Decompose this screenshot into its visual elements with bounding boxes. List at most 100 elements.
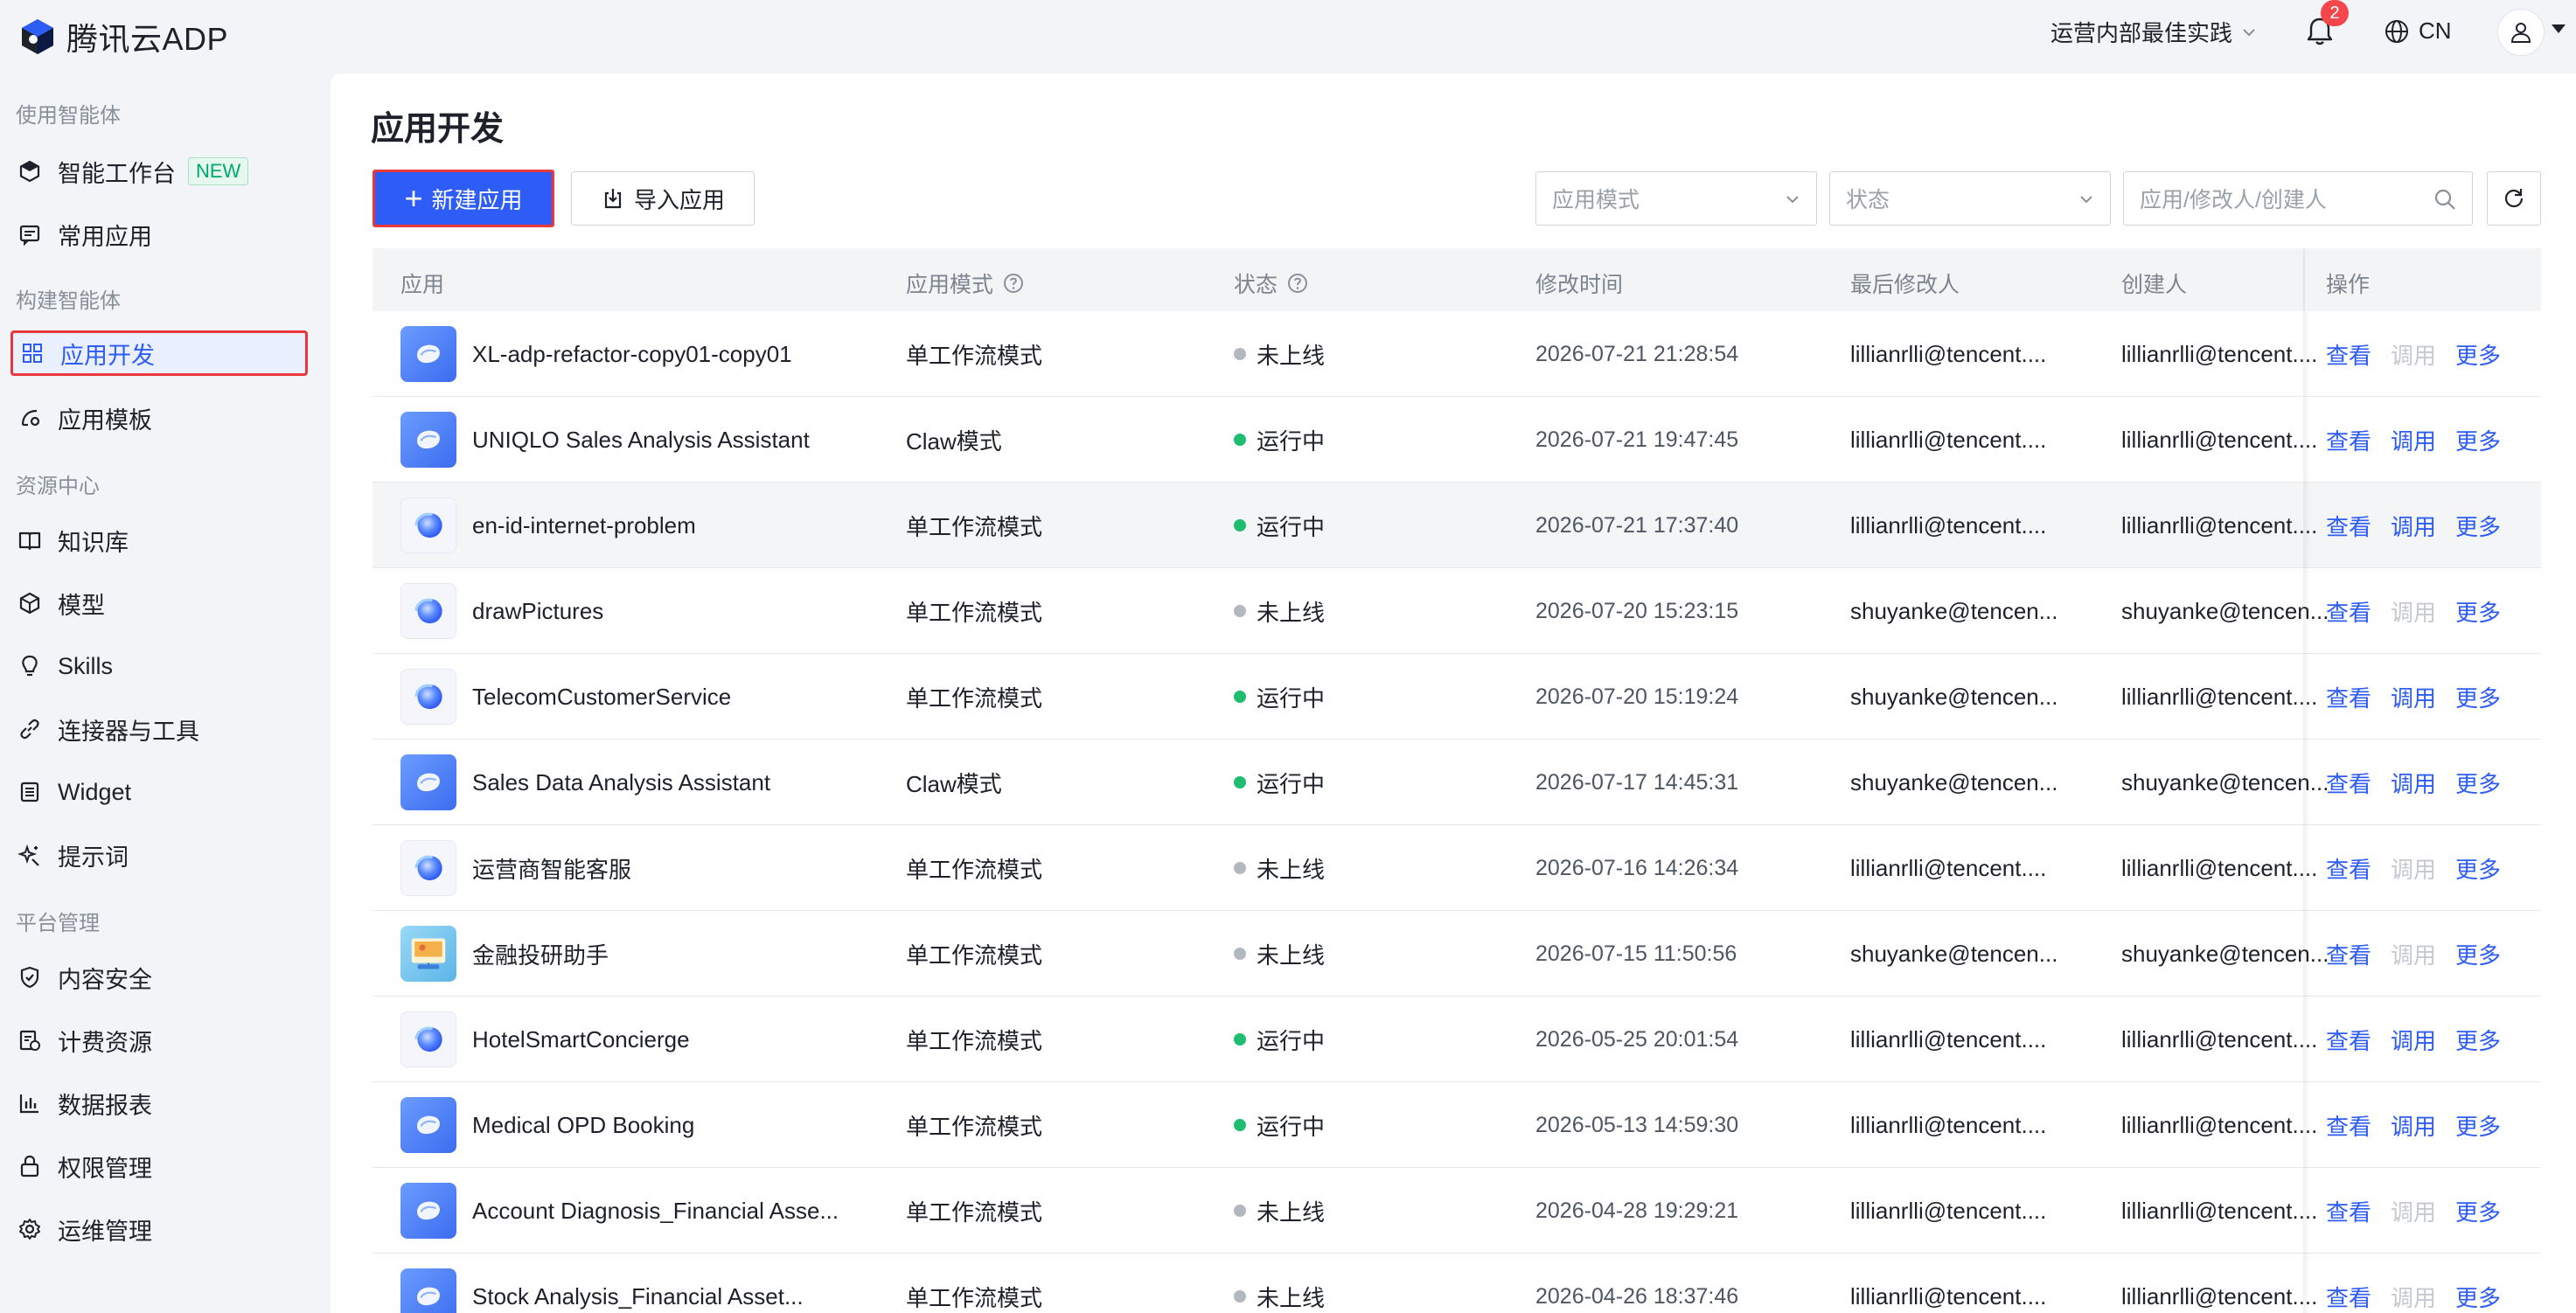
app-cell[interactable]: TelecomCustomerService xyxy=(400,654,731,740)
app-name[interactable]: 金融投研助手 xyxy=(472,938,609,970)
debug-link[interactable]: 调用 xyxy=(2391,1024,2436,1056)
debug-link[interactable]: 调用 xyxy=(2391,1109,2436,1142)
view-link[interactable]: 查看 xyxy=(2326,338,2371,371)
more-link[interactable]: 更多 xyxy=(2455,338,2501,371)
app-name[interactable]: 运营商智能客服 xyxy=(472,852,631,885)
sidebar-item-app-dev[interactable]: 应用开发 xyxy=(10,330,308,376)
app-cell[interactable]: Stock Analysis_Financial Asset... xyxy=(400,1254,804,1313)
logo[interactable]: 腾讯云ADP xyxy=(17,14,228,59)
sidebar-item-workbench[interactable]: 智能工作台 NEW xyxy=(10,149,308,194)
app-cell[interactable]: Account Diagnosis_Financial Asse... xyxy=(400,1168,839,1254)
refresh-button[interactable] xyxy=(2487,171,2541,226)
more-link[interactable]: 更多 xyxy=(2455,938,2501,970)
sidebar-item-knowledge-base[interactable]: 知识库 xyxy=(10,518,308,563)
header-ops-label: 操作 xyxy=(2326,273,2371,297)
user-avatar[interactable] xyxy=(2497,9,2545,56)
more-link[interactable]: 更多 xyxy=(2455,681,2501,713)
sidebar-item-permissions[interactable]: 权限管理 xyxy=(10,1143,308,1189)
more-link[interactable]: 更多 xyxy=(2455,1109,2501,1142)
search-input[interactable]: 应用/修改人/创建人 xyxy=(2123,171,2473,226)
more-link[interactable]: 更多 xyxy=(2455,767,2501,799)
app-cell[interactable]: Medical OPD Booking xyxy=(400,1082,694,1168)
app-cell[interactable]: XL-adp-refactor-copy01-copy01 xyxy=(400,311,792,397)
table-row[interactable]: Sales Data Analysis Assistant Claw模式 运行中… xyxy=(372,740,2541,825)
app-name[interactable]: XL-adp-refactor-copy01-copy01 xyxy=(472,341,792,368)
view-link[interactable]: 查看 xyxy=(2326,510,2371,542)
table-row[interactable]: 运营商智能客服 单工作流模式 未上线 2026-07-16 14:26:34 l… xyxy=(372,825,2541,911)
sidebar-item-common-apps[interactable]: 常用应用 xyxy=(10,212,308,257)
view-link[interactable]: 查看 xyxy=(2326,424,2371,456)
app-name[interactable]: Sales Data Analysis Assistant xyxy=(472,769,770,796)
debug-link[interactable]: 调用 xyxy=(2391,767,2436,799)
help-icon[interactable] xyxy=(1002,272,1025,295)
app-name[interactable]: en-id-internet-problem xyxy=(472,512,696,539)
sidebar-item-data-report[interactable]: 数据报表 xyxy=(10,1080,308,1126)
sidebar-item-billing[interactable]: 计费资源 xyxy=(10,1018,308,1063)
app-name[interactable]: Stock Analysis_Financial Asset... xyxy=(472,1283,804,1310)
app-cell[interactable]: 运营商智能客服 xyxy=(400,825,631,911)
table-row[interactable]: XL-adp-refactor-copy01-copy01 单工作流模式 未上线… xyxy=(372,311,2541,397)
app-name[interactable]: TelecomCustomerService xyxy=(472,684,731,711)
debug-link[interactable]: 调用 xyxy=(2391,681,2436,713)
table-row[interactable]: UNIQLO Sales Analysis Assistant Claw模式 运… xyxy=(372,397,2541,483)
status-dot-icon xyxy=(1234,434,1246,446)
debug-link[interactable]: 调用 xyxy=(2391,510,2436,542)
app-cell[interactable]: HotelSmartConcierge xyxy=(400,997,690,1082)
table-row[interactable]: HotelSmartConcierge 单工作流模式 运行中 2026-05-2… xyxy=(372,997,2541,1082)
sidebar-item-ops[interactable]: 运维管理 xyxy=(10,1206,308,1252)
more-link[interactable]: 更多 xyxy=(2455,852,2501,885)
sidebar-item-widget[interactable]: Widget xyxy=(10,769,308,815)
view-link[interactable]: 查看 xyxy=(2326,681,2371,713)
more-link[interactable]: 更多 xyxy=(2455,424,2501,456)
view-link[interactable]: 查看 xyxy=(2326,595,2371,628)
app-cell[interactable]: Sales Data Analysis Assistant xyxy=(400,740,770,825)
app-name[interactable]: HotelSmartConcierge xyxy=(472,1026,690,1053)
app-name[interactable]: Account Diagnosis_Financial Asse... xyxy=(472,1198,839,1225)
sidebar-item-app-template[interactable]: 应用模板 xyxy=(10,395,308,441)
app-name[interactable]: Medical OPD Booking xyxy=(472,1112,694,1139)
more-link[interactable]: 更多 xyxy=(2455,595,2501,628)
more-link[interactable]: 更多 xyxy=(2455,510,2501,542)
user-menu-caret-icon[interactable] xyxy=(2552,24,2566,33)
sidebar-item-skills[interactable]: Skills xyxy=(10,643,308,689)
more-link[interactable]: 更多 xyxy=(2455,1281,2501,1313)
view-link[interactable]: 查看 xyxy=(2326,767,2371,799)
new-app-button[interactable]: + 新建应用 xyxy=(372,170,554,227)
sidebar-item-content-security[interactable]: 内容安全 xyxy=(10,955,308,1000)
header-ops: 操作 xyxy=(2326,267,2370,299)
help-icon[interactable] xyxy=(1286,272,1309,295)
org-selector[interactable]: 运营内部最佳实践 xyxy=(2050,16,2257,48)
search-icon[interactable] xyxy=(2432,186,2458,212)
view-link[interactable]: 查看 xyxy=(2326,852,2371,885)
view-link[interactable]: 查看 xyxy=(2326,1109,2371,1142)
app-cell[interactable]: drawPictures xyxy=(400,568,603,654)
table-row[interactable]: 金融投研助手 单工作流模式 未上线 2026-07-15 11:50:56 sh… xyxy=(372,911,2541,997)
table-row[interactable]: Medical OPD Booking 单工作流模式 运行中 2026-05-1… xyxy=(372,1082,2541,1168)
table-row[interactable]: Stock Analysis_Financial Asset... 单工作流模式… xyxy=(372,1254,2541,1313)
view-link[interactable]: 查看 xyxy=(2326,1195,2371,1227)
table-row[interactable]: Account Diagnosis_Financial Asse... 单工作流… xyxy=(372,1168,2541,1254)
app-cell[interactable]: en-id-internet-problem xyxy=(400,483,696,568)
sidebar-item-label: 应用模板 xyxy=(58,406,152,434)
app-mode-select[interactable]: 应用模式 xyxy=(1535,171,1817,226)
view-link[interactable]: 查看 xyxy=(2326,1281,2371,1313)
table-row[interactable]: en-id-internet-problem 单工作流模式 运行中 2026-0… xyxy=(372,483,2541,568)
view-link[interactable]: 查看 xyxy=(2326,1024,2371,1056)
language-switcher[interactable]: CN xyxy=(2384,17,2452,45)
table-row[interactable]: drawPictures 单工作流模式 未上线 2026-07-20 15:23… xyxy=(372,568,2541,654)
last-modified-by: lillianrlli@tencent.... xyxy=(1850,1111,2047,1138)
app-name[interactable]: drawPictures xyxy=(472,598,603,625)
app-cell[interactable]: 金融投研助手 xyxy=(400,911,609,997)
view-link[interactable]: 查看 xyxy=(2326,938,2371,970)
debug-link[interactable]: 调用 xyxy=(2391,424,2436,456)
import-app-button[interactable]: 导入应用 xyxy=(571,171,755,226)
more-link[interactable]: 更多 xyxy=(2455,1024,2501,1056)
sidebar-item-connectors[interactable]: 连接器与工具 xyxy=(10,706,308,752)
app-name[interactable]: UNIQLO Sales Analysis Assistant xyxy=(472,427,810,454)
status-select[interactable]: 状态 xyxy=(1829,171,2111,226)
table-row[interactable]: TelecomCustomerService 单工作流模式 运行中 2026-0… xyxy=(372,654,2541,740)
app-cell[interactable]: UNIQLO Sales Analysis Assistant xyxy=(400,397,810,483)
sidebar-item-model[interactable]: 模型 xyxy=(10,580,308,626)
sidebar-item-prompts[interactable]: 提示词 xyxy=(10,832,308,878)
more-link[interactable]: 更多 xyxy=(2455,1195,2501,1227)
